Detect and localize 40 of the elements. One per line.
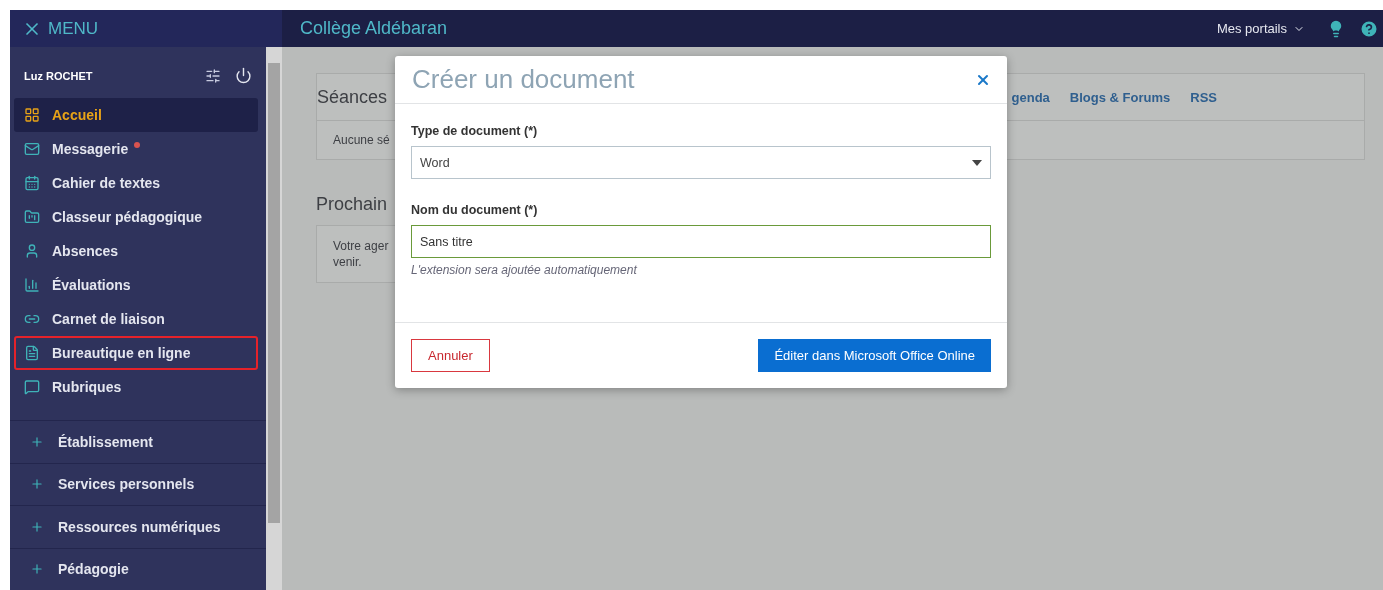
bar-chart-icon [24,277,40,293]
calendar-icon [24,175,40,191]
dialog-title: Créer un document [412,64,636,95]
panel-title: Séances [317,86,389,108]
site-title: Collège Aldébaran [299,18,449,39]
envelope-icon [24,141,40,157]
empty-message: Aucune sé [333,133,390,147]
document-icon [24,345,40,361]
sidebar-item[interactable]: Carnet de liaison [14,302,258,336]
section-title: Prochain [316,194,388,215]
scrollbar[interactable] [266,47,282,590]
folder-icon [24,209,40,225]
edit-online-button[interactable]: Éditer dans Microsoft Office Online [758,339,991,372]
person-icon [24,243,40,259]
tab-link[interactable]: Blogs & Forums [1069,89,1171,105]
power-icon[interactable] [235,67,252,84]
sidebar-item[interactable]: Messagerie [14,132,258,166]
sidebar-item[interactable]: Cahier de textes [14,166,258,200]
field-label: Type de document (*) [411,124,539,138]
help-icon[interactable] [1359,18,1379,39]
settings-icon[interactable] [205,67,221,84]
tab-link[interactable]: RSS [1190,89,1217,105]
sidebar-item[interactable]: Accueil [14,98,258,132]
sidebar-item[interactable]: Absences [14,234,258,268]
type-select[interactable]: Word [411,146,991,179]
cancel-button[interactable]: Annuler [411,339,490,372]
sidebar-item[interactable]: Évaluations [14,268,258,302]
grid-icon [24,107,40,123]
menu-button[interactable]: MENU [10,10,282,47]
field-label: Nom du document (*) [411,203,539,217]
portals-dropdown[interactable]: Mes portails [1210,10,1311,47]
sidebar-item[interactable]: Bureautique en ligne [14,336,258,370]
sidebar-item[interactable]: Classeur pédagogique [14,200,258,234]
name-input[interactable]: Sans titre [411,225,991,258]
user-name: Luz ROCHET [24,69,94,82]
hint-text: L'extension sera ajoutée automatiquement [411,263,638,277]
tab-link[interactable]: genda [1011,89,1050,105]
dropdown-triangle-icon [972,159,982,166]
sidebar-item[interactable]: Rubriques [14,370,258,404]
chat-bubble-icon [24,379,40,395]
